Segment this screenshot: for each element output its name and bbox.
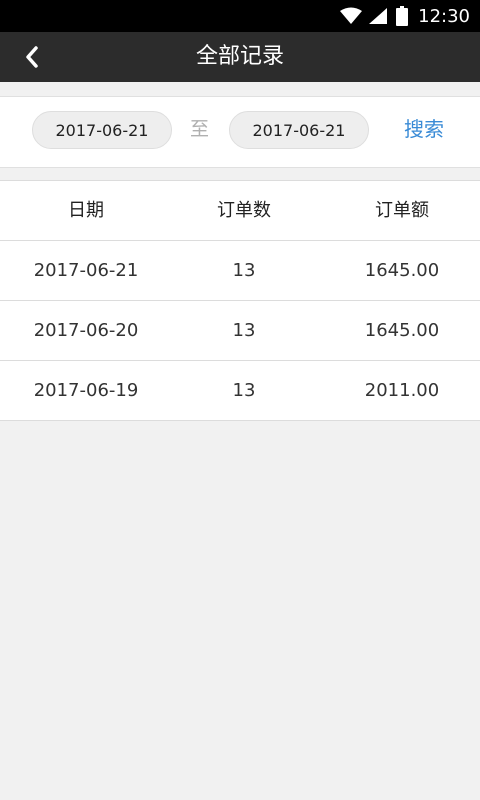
- table-header-row: 日期 订单数 订单额: [0, 181, 480, 241]
- date-filter-panel: 2017-06-21 至 2017-06-21 搜索: [0, 96, 480, 168]
- status-time: 12:30: [418, 5, 470, 27]
- row-date: 2017-06-21: [33, 260, 139, 281]
- row-order-count: 13: [232, 260, 256, 281]
- row-order-amount: 1645.00: [364, 260, 440, 281]
- row-order-amount: 2011.00: [364, 380, 440, 401]
- table-row[interactable]: 2017-06-19 13 2011.00: [0, 361, 480, 421]
- date-range-separator: 至: [190, 118, 210, 140]
- end-date-picker[interactable]: 2017-06-21: [229, 111, 369, 149]
- row-date: 2017-06-20: [33, 320, 139, 341]
- column-header-orders: 订单数: [217, 200, 271, 221]
- battery-icon: [396, 6, 409, 26]
- table-row[interactable]: 2017-06-20 13 1645.00: [0, 301, 480, 361]
- status-bar: 12:30: [0, 0, 480, 32]
- cell-signal-icon: [369, 8, 388, 24]
- wifi-icon: [340, 7, 363, 24]
- status-icons: 12:30: [340, 0, 470, 32]
- row-date: 2017-06-19: [33, 380, 139, 401]
- column-header-date: 日期: [68, 200, 104, 221]
- row-order-amount: 1645.00: [364, 320, 440, 341]
- row-order-count: 13: [232, 320, 256, 341]
- app-bar: 全部记录: [0, 32, 480, 82]
- start-date-picker[interactable]: 2017-06-21: [32, 111, 172, 149]
- column-header-amount: 订单额: [375, 200, 429, 221]
- records-table: 日期 订单数 订单额 2017-06-21 13 1645.00 2017-06…: [0, 180, 480, 421]
- table-row[interactable]: 2017-06-21 13 1645.00: [0, 241, 480, 301]
- search-button[interactable]: 搜索: [404, 111, 444, 147]
- page-title: 全部记录: [195, 44, 284, 69]
- row-order-count: 13: [232, 380, 256, 401]
